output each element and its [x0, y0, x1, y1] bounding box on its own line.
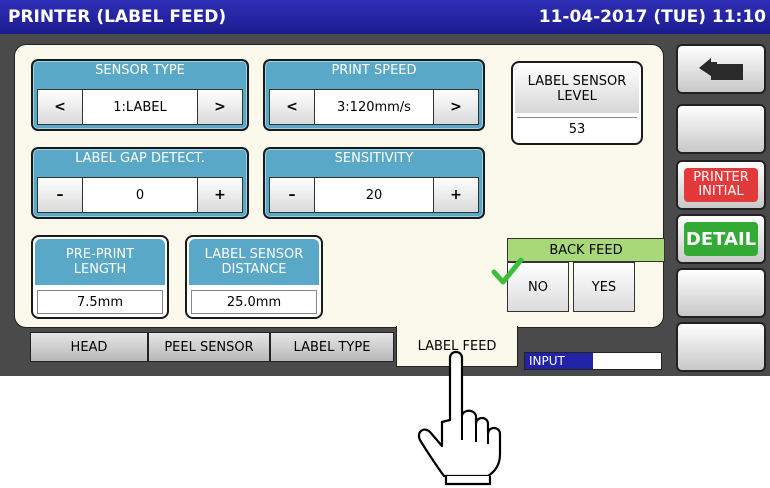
print-speed-label: PRINT SPEED [331, 63, 417, 78]
input-progress-fill: INPUT [525, 353, 593, 369]
label-sensor-level-line1: LABEL SENSOR [527, 74, 627, 89]
tab-head[interactable]: HEAD [30, 332, 148, 362]
print-speed-value: 3:120mm/s [337, 99, 411, 115]
back-feed-no-label: NO [528, 279, 548, 295]
back-arrow-icon [699, 58, 743, 80]
pre-print-line2: LENGTH [73, 262, 127, 277]
pre-print-line1: PRE-PRINT [65, 247, 135, 262]
label-sensor-level: LABEL SENSOR LEVEL 53 [511, 61, 643, 145]
datetime: 11-04-2017 (TUE) 11:10 [538, 7, 766, 27]
back-feed-yes-label: YES [591, 279, 617, 295]
printer-initial-button[interactable]: PRINTER INITIAL [676, 160, 766, 210]
sensor-type-value: 1:LABEL [113, 99, 167, 115]
print-speed-group: PRINT SPEED < 3:120mm/s > [263, 59, 485, 131]
print-speed-prev-button[interactable]: < [270, 90, 315, 124]
checkmark-icon [491, 257, 524, 285]
label-gap-value: 0 [135, 187, 145, 203]
pre-print-length[interactable]: PRE-PRINT LENGTH 7.5mm [31, 235, 169, 319]
blank-side-button-3[interactable] [676, 322, 766, 372]
back-feed-yes-button[interactable]: YES [573, 262, 635, 312]
sensitivity-plus-button[interactable]: + [433, 178, 478, 212]
blank-side-button-1[interactable] [676, 104, 766, 154]
sensitivity-label: SENSITIVITY [334, 151, 414, 166]
tab-peel-sensor[interactable]: PEEL SENSOR [148, 332, 270, 362]
title-bar: PRINTER (LABEL FEED) 11-04-2017 (TUE) 11… [0, 0, 770, 34]
settings-panel: SENSOR TYPE < 1:LABEL > PRINT SPEED < 3:… [14, 44, 665, 328]
back-button[interactable] [676, 44, 766, 94]
pointing-hand-icon [417, 350, 502, 486]
sensitivity-minus-button[interactable]: – [270, 178, 315, 212]
sensor-distance-line2: DISTANCE [221, 262, 287, 277]
detail-label: DETAIL [684, 222, 758, 256]
back-feed-group: BACK FEED NO YES [491, 238, 665, 318]
label-sensor-distance[interactable]: LABEL SENSOR DISTANCE 25.0mm [185, 235, 323, 319]
sensor-type-group: SENSOR TYPE < 1:LABEL > [31, 59, 249, 131]
sensor-distance-value: 25.0mm [191, 290, 317, 314]
printer-initial-line1: PRINTER [693, 170, 749, 185]
sensitivity-value: 20 [365, 187, 383, 203]
sensor-type-label: SENSOR TYPE [95, 63, 185, 78]
label-sensor-level-line2: LEVEL [557, 89, 597, 104]
label-gap-group: LABEL GAP DETECT. – 0 + [31, 147, 249, 219]
sensor-type-prev-button[interactable]: < [38, 90, 83, 124]
label-gap-plus-button[interactable]: + [197, 178, 242, 212]
input-progress-bar: INPUT [524, 352, 662, 370]
sensor-type-next-button[interactable]: > [197, 90, 242, 124]
pre-print-value: 7.5mm [37, 290, 163, 314]
back-feed-label: BACK FEED [507, 238, 665, 262]
printer-initial-line2: INITIAL [698, 184, 744, 199]
print-speed-next-button[interactable]: > [433, 90, 478, 124]
tab-label-type[interactable]: LABEL TYPE [270, 332, 394, 362]
sensitivity-group: SENSITIVITY – 20 + [263, 147, 485, 219]
label-gap-minus-button[interactable]: – [38, 178, 83, 212]
screen: PRINTER (LABEL FEED) 11-04-2017 (TUE) 11… [0, 0, 770, 376]
sensor-distance-line1: LABEL SENSOR [204, 247, 304, 262]
page-title: PRINTER (LABEL FEED) [8, 7, 227, 27]
label-sensor-level-value: 53 [517, 117, 637, 140]
blank-side-button-2[interactable] [676, 268, 766, 318]
detail-button[interactable]: DETAIL [676, 214, 766, 264]
label-gap-label: LABEL GAP DETECT. [75, 151, 205, 166]
